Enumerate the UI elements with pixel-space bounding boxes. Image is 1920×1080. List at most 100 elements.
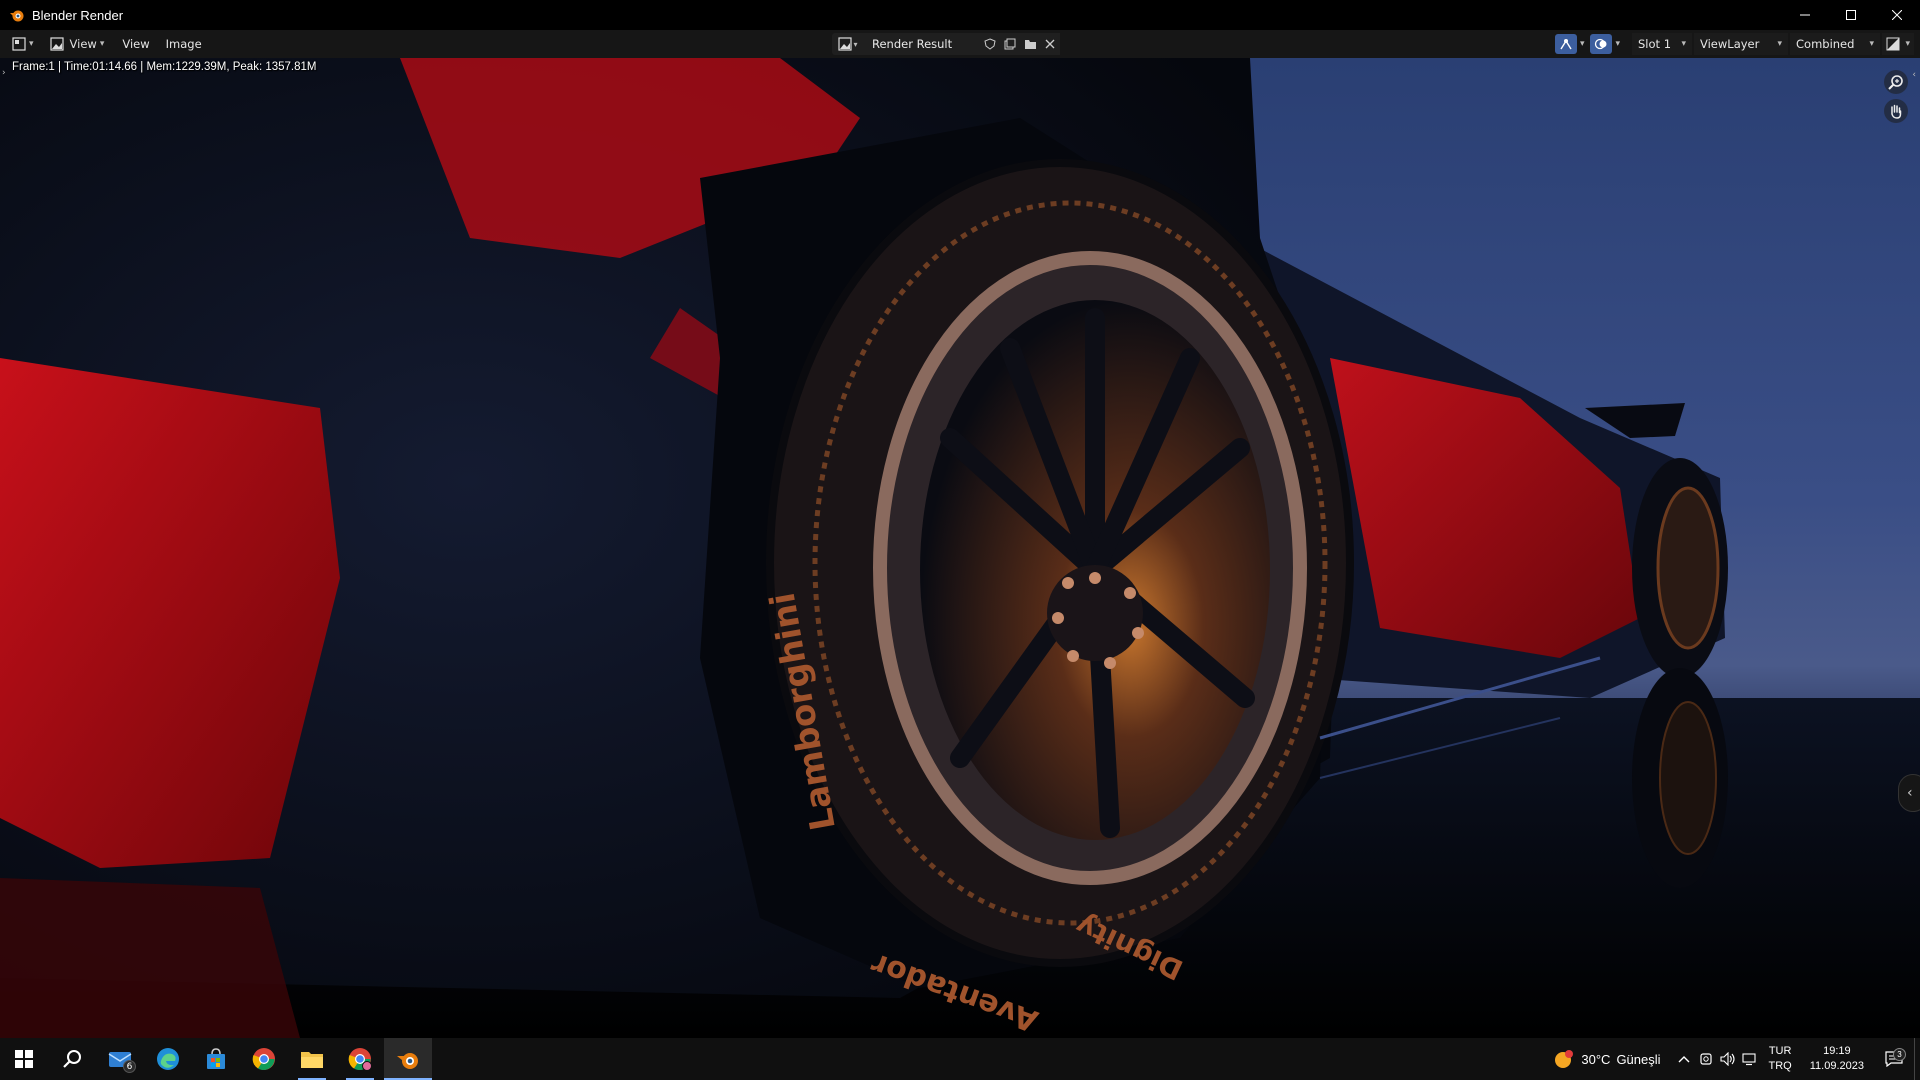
- display-channels-selector[interactable]: ▾: [1882, 33, 1914, 55]
- render-stats: Frame:1 | Time:01:14.66 | Mem:1229.39M, …: [12, 61, 317, 73]
- close-button[interactable]: [1874, 0, 1920, 30]
- maximize-button[interactable]: [1828, 0, 1874, 30]
- taskbar-app-explorer[interactable]: [288, 1038, 336, 1080]
- chevron-left-icon: ‹: [1907, 785, 1913, 801]
- show-desktop-button[interactable]: [1914, 1038, 1920, 1080]
- chevron-down-icon: ▾: [1869, 39, 1874, 49]
- chevron-down-icon: ▾: [29, 39, 34, 49]
- minimize-icon: [1800, 14, 1810, 16]
- menu-image[interactable]: Image: [158, 33, 210, 55]
- taskbar-app-store[interactable]: [192, 1038, 240, 1080]
- display-channels-icon: [1886, 37, 1900, 51]
- gizmo-toggle-button[interactable]: [1554, 34, 1577, 54]
- taskbar-app-blender[interactable]: [384, 1038, 432, 1080]
- weather-sun-icon: [1555, 1050, 1574, 1068]
- toolbar-toggle-icon[interactable]: ›: [2, 68, 6, 78]
- taskbar-app-chrome-profile[interactable]: [336, 1038, 384, 1080]
- maximize-icon: [1846, 10, 1856, 20]
- notification-count: 3: [1893, 1048, 1906, 1061]
- window-title: Blender Render: [32, 7, 124, 23]
- chevron-up-icon: [1678, 1056, 1690, 1063]
- view-mode-label: View: [69, 37, 97, 51]
- image-browse-icon: [838, 37, 853, 51]
- gizmo-icon: [1560, 39, 1572, 50]
- start-button[interactable]: [0, 1038, 48, 1080]
- taskbar-app-chrome[interactable]: [240, 1038, 288, 1080]
- render-pass-selector[interactable]: Combined ▾: [1790, 33, 1880, 55]
- store-icon: [207, 1048, 225, 1069]
- shield-icon: [984, 38, 996, 50]
- image-name-field[interactable]: Render Result: [864, 33, 980, 55]
- zoom-button[interactable]: [1884, 70, 1908, 94]
- lang-bottom: TRQ: [1768, 1060, 1792, 1072]
- sidebar-toggle-icon[interactable]: ‹: [1912, 70, 1916, 80]
- chevron-down-icon: ▾: [1681, 39, 1686, 49]
- show-hidden-icons-button[interactable]: [1673, 1055, 1695, 1063]
- camera-tray-button[interactable]: [1695, 1052, 1717, 1066]
- view-layer-label: ViewLayer: [1700, 37, 1760, 51]
- minimize-button[interactable]: [1782, 0, 1828, 30]
- system-tray: 30°C Güneşli TUR TRQ 19:19 11.09.2023 3: [1553, 1038, 1920, 1080]
- blender-logo-icon: [10, 10, 24, 22]
- new-image-button[interactable]: [1000, 33, 1020, 55]
- clock-button[interactable]: 19:19 11.09.2023: [1810, 1044, 1864, 1074]
- network-icon: [1741, 1053, 1756, 1066]
- speaker-icon: [1719, 1052, 1735, 1066]
- camera-icon: [1699, 1053, 1712, 1065]
- window-titlebar: Blender Render: [0, 0, 1920, 30]
- chevron-down-icon: ▾: [1905, 39, 1910, 49]
- render-image: Lamborghini Aventador Dignity: [0, 58, 1920, 1038]
- image-datablock: ▾ Render Result: [832, 33, 1060, 55]
- blender-icon: [397, 1053, 418, 1069]
- edge-icon: [157, 1048, 179, 1070]
- mail-badge: 6: [123, 1060, 136, 1073]
- pan-button[interactable]: [1884, 99, 1908, 123]
- view-mode-selector[interactable]: View ▾: [46, 33, 109, 55]
- input-language-button[interactable]: TUR TRQ: [1769, 1044, 1792, 1074]
- overlay-icon: [1595, 38, 1607, 50]
- clock-date: 11.09.2023: [1809, 1060, 1864, 1072]
- lang-top: TUR: [1768, 1045, 1792, 1057]
- unlink-image-button[interactable]: [1040, 33, 1060, 55]
- overlay-toggle-button[interactable]: [1590, 34, 1613, 54]
- image-view-icon: [49, 37, 64, 51]
- search-button[interactable]: [48, 1038, 96, 1080]
- network-button[interactable]: [1739, 1052, 1761, 1066]
- editor-type-selector[interactable]: ▾: [8, 33, 38, 55]
- browse-image-button[interactable]: ▾: [832, 33, 864, 55]
- chrome-icon: [348, 1048, 372, 1071]
- image-editor-header: ▾ View ▾ View Image ▾ Render Result ▾ ▾ …: [0, 30, 1920, 58]
- slot-label: Slot 1: [1638, 37, 1672, 51]
- duplicate-icon: [1004, 38, 1016, 50]
- windows-taskbar: 6 30°C Güneşli TUR TRQ 19:19 11.09.2023 …: [0, 1038, 1920, 1080]
- render-pass-label: Combined: [1796, 37, 1855, 51]
- folder-icon: [1024, 40, 1036, 49]
- search-icon: [63, 1050, 81, 1068]
- render-result-viewport[interactable]: Lamborghini Aventador Dignity › Frame:1 …: [0, 58, 1920, 1038]
- sidebar-expand-tab[interactable]: ‹: [1898, 774, 1920, 812]
- weather-temp: 30°C: [1581, 1051, 1611, 1067]
- hand-icon: [1891, 104, 1902, 119]
- chevron-down-icon[interactable]: ▾: [1615, 39, 1620, 49]
- taskbar-app-edge[interactable]: [144, 1038, 192, 1080]
- notification-center-button[interactable]: 3: [1874, 1048, 1914, 1067]
- menu-view[interactable]: View: [114, 33, 157, 55]
- open-image-button[interactable]: [1020, 33, 1040, 55]
- windows-icon: [15, 1050, 33, 1068]
- weather-desc: Güneşli: [1616, 1051, 1661, 1067]
- weather-widget[interactable]: 30°C Güneşli: [1553, 1048, 1661, 1070]
- chevron-down-icon[interactable]: ▾: [1580, 39, 1585, 49]
- taskbar-app-mail[interactable]: 6: [96, 1038, 144, 1080]
- slot-selector[interactable]: Slot 1 ▾: [1632, 33, 1692, 55]
- volume-button[interactable]: [1717, 1052, 1739, 1066]
- clock-time: 19:19: [1823, 1045, 1851, 1057]
- fake-user-button[interactable]: [980, 33, 1000, 55]
- chevron-down-icon: ▾: [99, 39, 105, 49]
- chevron-down-icon: ▾: [853, 39, 858, 49]
- view-layer-selector[interactable]: ViewLayer ▾: [1694, 33, 1788, 55]
- chevron-down-icon: ▾: [1777, 39, 1782, 49]
- image-editor-icon: [12, 37, 26, 51]
- zoom-icon: [1888, 75, 1903, 90]
- chrome-icon: [252, 1048, 275, 1070]
- close-icon: [1045, 39, 1055, 49]
